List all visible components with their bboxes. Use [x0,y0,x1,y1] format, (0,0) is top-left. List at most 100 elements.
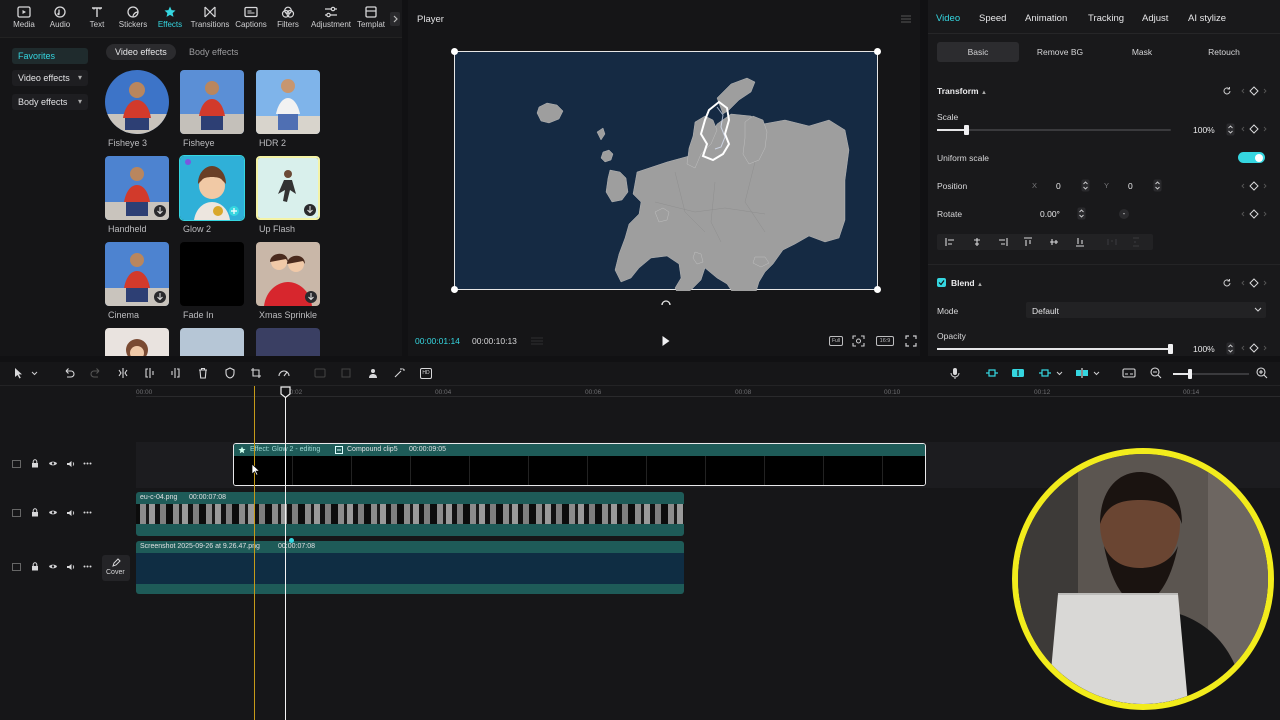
effect-thumb-up-flash[interactable] [256,156,320,220]
eye-icon[interactable] [48,509,58,516]
shield-icon[interactable] [224,367,236,379]
more-icon[interactable] [83,462,92,465]
rotate-dial[interactable]: - [1119,209,1129,219]
zoom-out-icon[interactable] [1150,367,1162,379]
track-thumbnail-icon[interactable] [12,509,21,517]
position-y-value[interactable]: 0 [1128,181,1133,191]
scale-value[interactable]: 100% [1193,125,1215,135]
volume-icon[interactable] [66,460,76,468]
uniform-scale-toggle[interactable] [1238,152,1265,163]
stepper-icon[interactable] [1081,179,1090,192]
align-center-v-icon[interactable] [1049,237,1059,247]
chevron-down-icon[interactable] [1056,371,1063,376]
track-thumbnail-icon[interactable] [12,563,21,571]
subtab-basic[interactable]: Basic [937,42,1019,62]
lock-icon[interactable] [31,459,39,468]
effect-thumb-fisheye-3[interactable] [105,70,169,134]
align-center-h-icon[interactable] [972,237,982,247]
more-icon[interactable] [83,565,92,568]
subtab-remove-bg[interactable]: Remove BG [1019,42,1101,62]
rotate-value[interactable]: 0.00° [1040,209,1060,219]
redo-icon[interactable] [90,367,102,379]
reset-icon[interactable] [1222,86,1232,96]
cover-button[interactable]: Cover [102,555,130,581]
rotate-handle-icon[interactable] [660,298,672,306]
tab-video-effects[interactable]: Video effects [106,44,176,60]
screenshot-clip[interactable]: Screenshot 2025-09-26 at 9.26.47.png 00:… [136,541,684,594]
effect-thumb-xmas-sprinkle[interactable] [256,242,320,306]
magic-wand-icon[interactable] [393,367,405,379]
tab-ai-stylize[interactable]: AI stylize [1188,13,1226,24]
zoom-in-icon[interactable] [1256,367,1268,379]
tab-adjust[interactable]: Adjust [1142,13,1168,24]
stepper-icon[interactable] [1226,342,1235,355]
effect-thumb-cinema[interactable] [105,242,169,306]
resize-handle[interactable] [874,286,881,293]
blend-section-title[interactable]: Blend ▲ [951,278,983,288]
zoom-slider-knob[interactable] [1188,369,1192,379]
resize-handle[interactable] [874,48,881,55]
nav-favorites[interactable]: Favorites [12,48,88,64]
toolbar-stickers[interactable]: Stickers [113,6,153,29]
effect-thumb-partial[interactable] [180,328,244,356]
fullscreen-icon[interactable] [905,335,917,347]
effect-thumb-handheld[interactable] [105,156,169,220]
blend-checkbox[interactable] [937,278,946,287]
align-left-icon[interactable] [945,237,955,247]
video-canvas[interactable] [454,51,878,307]
split-icon[interactable] [117,367,129,379]
keyframe-marker[interactable] [289,538,294,543]
opacity-slider[interactable] [937,344,1173,354]
track-thumbnail-icon[interactable] [12,460,21,468]
toolbar-media[interactable]: Media [4,6,44,29]
effect-thumb-glow-2[interactable] [179,155,245,221]
image-clip[interactable]: eu-c-04.png 00:00:07:08 [136,492,684,536]
volume-icon[interactable] [66,563,76,571]
focus-icon[interactable] [852,335,865,347]
zoom-slider[interactable] [1173,369,1249,379]
nav-video-effects[interactable]: Video effects ▾ [12,70,88,86]
keyframe-icon[interactable] [1241,278,1267,288]
speed-icon[interactable] [277,367,291,379]
aspect-ratio-button[interactable]: 16:9 [876,336,894,346]
link-magnet-icon[interactable] [985,367,999,379]
more-icon[interactable] [83,511,92,514]
opacity-slider-knob[interactable] [1168,344,1173,354]
chevron-down-icon[interactable] [31,371,38,376]
snap-icon[interactable] [1011,367,1025,379]
align-right-icon[interactable] [998,237,1008,247]
linkage-icon[interactable] [1038,367,1052,379]
toolbar-adjustment[interactable]: Adjustment [310,6,352,29]
toolbar-audio[interactable]: Audio [40,6,80,29]
resize-handle[interactable] [451,48,458,55]
toolbar-text[interactable]: Text [77,6,117,29]
tab-animation[interactable]: Animation [1025,13,1067,24]
effect-thumb-hdr-2[interactable] [256,70,320,134]
undo-icon[interactable] [63,367,75,379]
person-icon[interactable] [367,367,379,379]
effect-thumb-fade-in[interactable] [180,242,244,306]
opacity-value[interactable]: 100% [1193,344,1215,354]
split-right-icon[interactable] [169,367,181,379]
preview-axis-icon[interactable] [1075,367,1089,379]
effect-compound-clip[interactable]: Effect: Glow 2 - editing Compound clip5 … [233,443,926,486]
crop-icon[interactable] [250,367,262,379]
select-cursor-icon[interactable] [13,367,23,379]
chevron-down-icon[interactable] [1093,371,1100,376]
subtitle-icon[interactable] [1122,367,1136,379]
playhead-handle-icon[interactable] [280,386,291,398]
keyframe-icon[interactable] [1241,124,1267,134]
stepper-icon[interactable] [1077,207,1086,220]
keyframe-icon[interactable] [1241,209,1267,219]
keyframe-icon[interactable] [1241,86,1267,96]
transform-section-title[interactable]: Transform ▲ [937,86,987,96]
playhead[interactable] [285,390,286,720]
play-icon[interactable] [661,335,671,347]
stepper-icon[interactable] [1153,179,1162,192]
toolbar-captions[interactable]: Captions [231,6,271,29]
subtab-retouch[interactable]: Retouch [1183,42,1265,62]
scale-slider[interactable] [937,125,1171,135]
split-left-icon[interactable] [144,367,156,379]
lock-icon[interactable] [31,562,39,571]
subtab-mask[interactable]: Mask [1101,42,1183,62]
